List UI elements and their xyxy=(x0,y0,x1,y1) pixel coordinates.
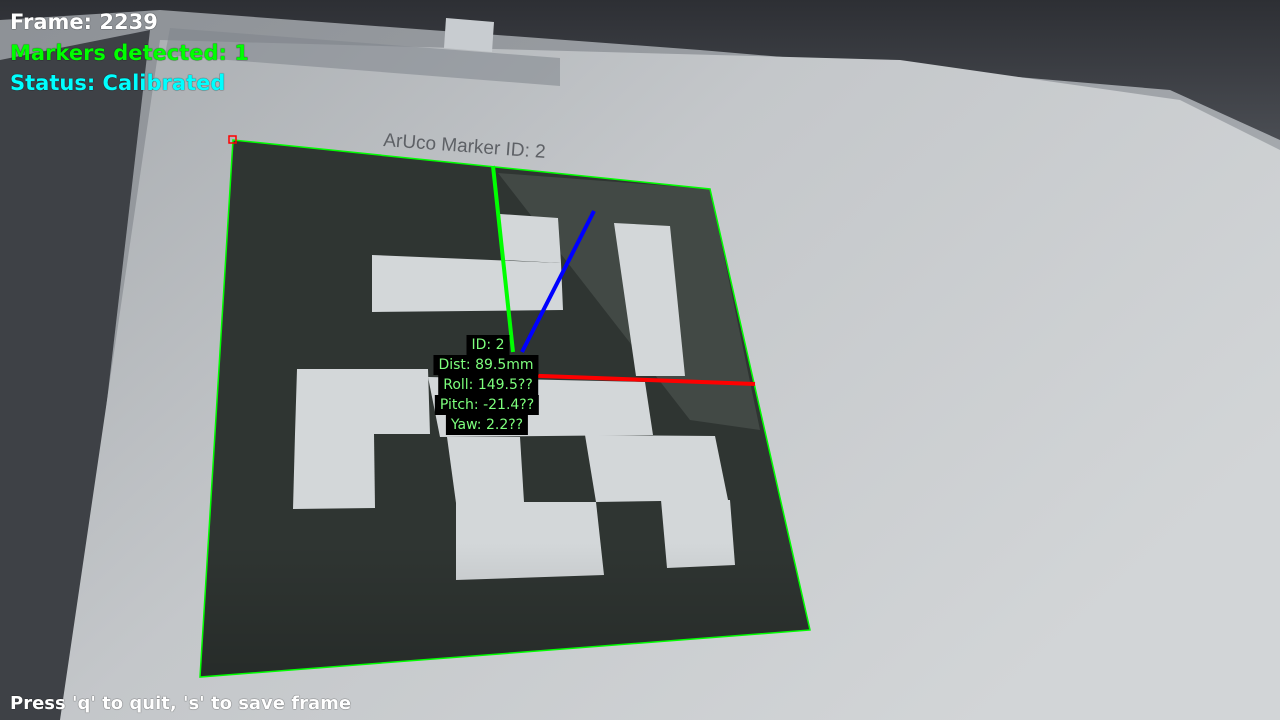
marker-yaw-label: Yaw: 2.2?? xyxy=(445,415,529,435)
frame-counter: Frame: 2239 xyxy=(10,10,158,34)
markers-detected-count: Markers detected: 1 xyxy=(10,41,249,65)
marker-roll-label: Roll: 149.5?? xyxy=(438,375,538,395)
toolbar-tab xyxy=(444,18,494,52)
keyboard-hint: Press 'q' to quit, 's' to save frame xyxy=(10,693,352,714)
camera-feed: ArUco Marker ID: 2 xyxy=(0,0,1280,720)
marker-pitch-label: Pitch: -21.4?? xyxy=(434,395,540,415)
calibration-status: Status: Calibrated xyxy=(10,71,226,95)
marker-id-label: ID: 2 xyxy=(466,335,510,355)
marker-distance-label: Dist: 89.5mm xyxy=(433,355,539,375)
